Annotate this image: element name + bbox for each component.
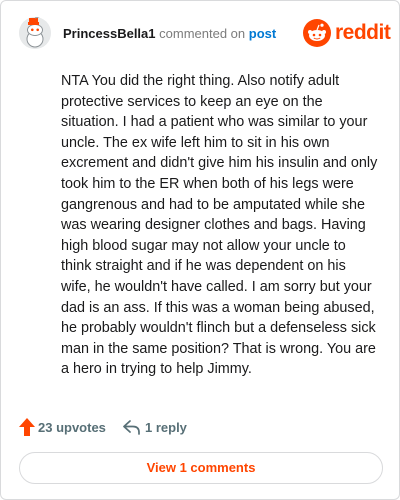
upvote-count: 23 upvotes xyxy=(38,420,106,435)
comment-meta: PrincessBella1 commented on post xyxy=(63,26,276,42)
view-comments-button[interactable]: View 1 comments xyxy=(19,452,383,484)
reddit-wordmark: reddit xyxy=(335,21,391,44)
username-link[interactable]: PrincessBella1 xyxy=(63,26,156,41)
reply-button[interactable]: 1 reply xyxy=(123,417,203,439)
reddit-logo-icon xyxy=(303,19,331,47)
commented-on-text: commented on xyxy=(159,26,246,41)
comment-card: PrincessBella1 commented on post reddit … xyxy=(0,0,400,500)
reply-arrow-icon xyxy=(123,420,140,435)
comment-actions: 23 upvotes 1 reply xyxy=(19,417,383,439)
upvote-arrow-icon xyxy=(19,418,35,436)
upvote-button[interactable]: 23 upvotes xyxy=(19,417,109,439)
comment-header: PrincessBella1 commented on post reddit xyxy=(19,17,391,53)
comment-body: NTA You did the right thing. Also notify… xyxy=(61,73,378,378)
post-link[interactable]: post xyxy=(249,26,276,41)
snoo-avatar-icon[interactable] xyxy=(19,17,51,49)
reply-count: 1 reply xyxy=(145,420,187,435)
reddit-brand[interactable]: reddit xyxy=(303,19,391,47)
